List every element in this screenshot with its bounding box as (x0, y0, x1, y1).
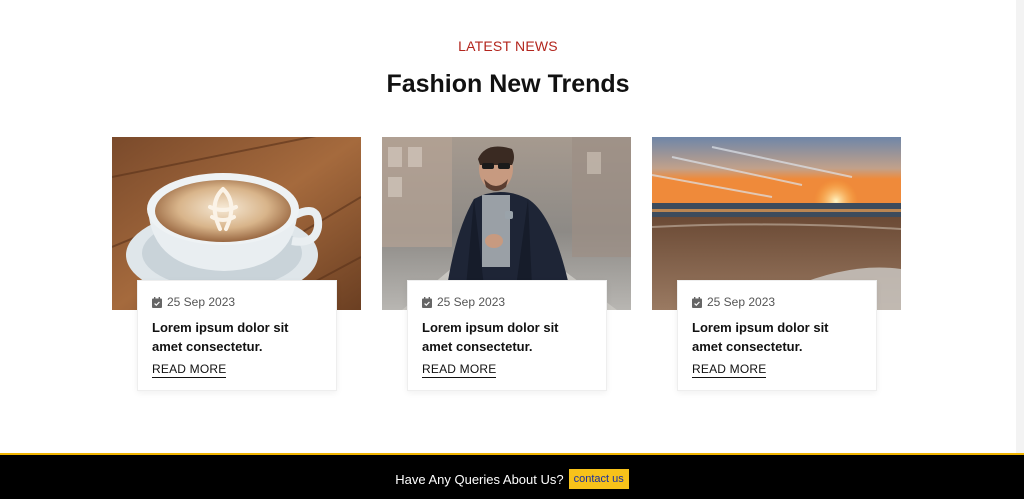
contact-us-button[interactable]: contact us (568, 469, 629, 489)
news-card: 25 Sep 2023 Lorem ipsum dolor sit amet c… (652, 137, 901, 397)
section-eyebrow: LATEST NEWS (458, 38, 558, 54)
card-headline[interactable]: Lorem ipsum dolor sit amet consectetur. (152, 318, 322, 356)
read-more-link[interactable]: READ MORE (422, 362, 497, 378)
page-scrollbar[interactable] (1016, 0, 1024, 499)
card-headline[interactable]: Lorem ipsum dolor sit amet consectetur. (692, 318, 862, 356)
card-body: 25 Sep 2023 Lorem ipsum dolor sit amet c… (677, 280, 877, 391)
card-date: 25 Sep 2023 (152, 295, 322, 309)
card-date-text: 25 Sep 2023 (707, 295, 776, 309)
card-headline[interactable]: Lorem ipsum dolor sit amet consectetur. (422, 318, 592, 356)
card-date-text: 25 Sep 2023 (167, 295, 236, 309)
read-more-link[interactable]: READ MORE (692, 362, 767, 378)
calendar-icon (422, 296, 432, 308)
news-card: 25 Sep 2023 Lorem ipsum dolor sit amet c… (382, 137, 631, 397)
calendar-icon (152, 296, 162, 308)
card-date: 25 Sep 2023 (692, 295, 862, 309)
footer-bar: Have Any Queries About Us? contact us (0, 453, 1024, 499)
section-title: Fashion New Trends (386, 70, 630, 98)
card-date-text: 25 Sep 2023 (437, 295, 506, 309)
card-body: 25 Sep 2023 Lorem ipsum dolor sit amet c… (407, 280, 607, 391)
card-date: 25 Sep 2023 (422, 295, 592, 309)
calendar-icon (692, 296, 702, 308)
read-more-link[interactable]: READ MORE (152, 362, 227, 378)
card-body: 25 Sep 2023 Lorem ipsum dolor sit amet c… (137, 280, 337, 391)
news-card: 25 Sep 2023 Lorem ipsum dolor sit amet c… (112, 137, 361, 397)
footer-question: Have Any Queries About Us? (395, 471, 564, 487)
news-section-header: LATEST NEWS Fashion New Trends (0, 38, 1016, 99)
